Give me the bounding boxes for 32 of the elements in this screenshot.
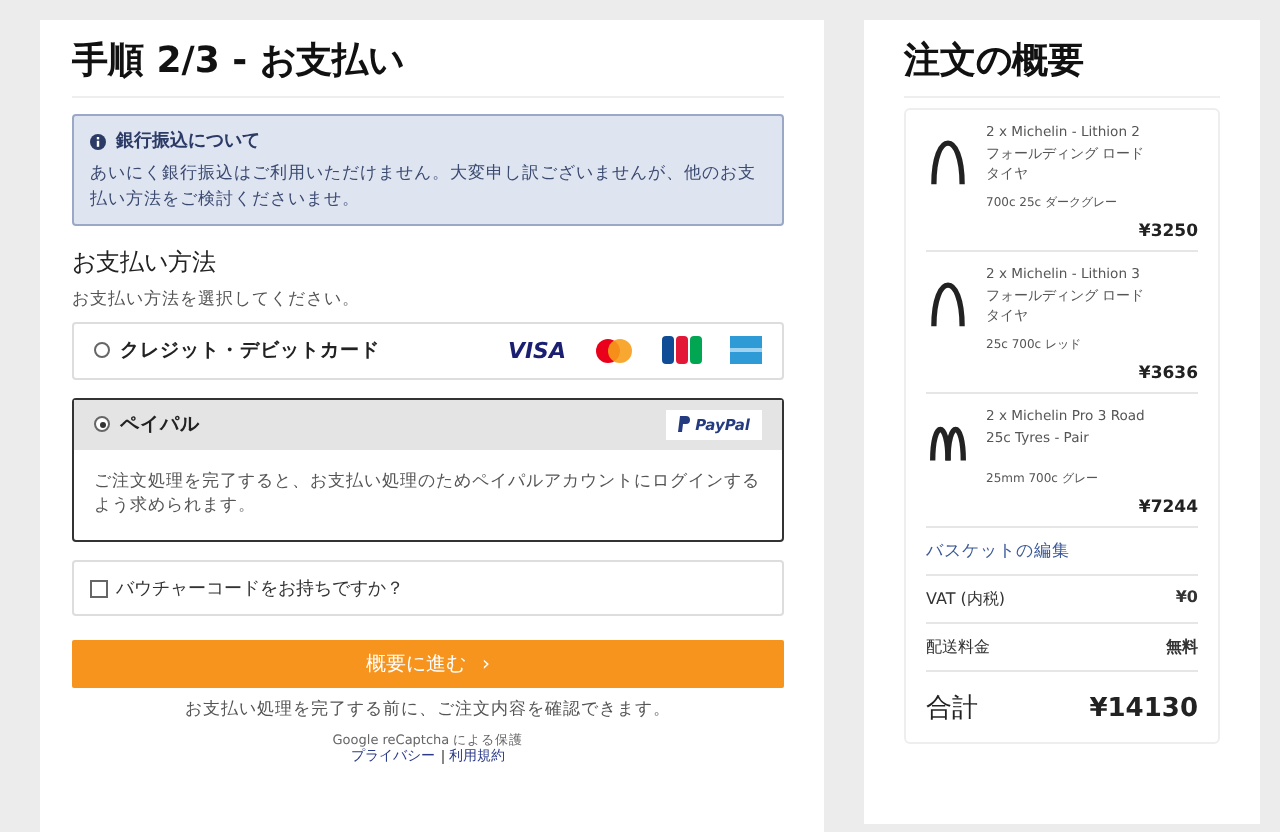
info-icon [90, 133, 106, 149]
striped-card-icon [662, 336, 702, 364]
notice-text: あいにく銀行振込はご利用いただけません。大変申し訳ございませんが、他のお支払い方法をご検討くださいませ。 [90, 162, 758, 213]
card-brand-logo: VISA [507, 337, 566, 363]
radio-icon[interactable] [94, 342, 110, 358]
product-price: ¥7244 [1138, 498, 1198, 518]
radio-icon[interactable] [94, 416, 110, 432]
summary-value: ¥0 [1175, 588, 1198, 610]
checkbox[interactable] [90, 579, 108, 597]
total-value: ¥14130 [1089, 693, 1198, 723]
voucher-toggle[interactable]: バウチャーコードをお持ちですか？ [72, 560, 784, 616]
summary-label: 配送料金 [926, 636, 990, 658]
summary-label: VAT (内税) [926, 588, 1005, 610]
card-icon [730, 336, 762, 364]
payment-description: ご注文処理を完了すると、お支払い処理のためペイパルアカウントにログインするよう求められます。 [92, 469, 762, 521]
review-note: お支払い処理を完了する前に、ご注文内容を確認できます。 [183, 698, 673, 722]
section-heading: お支払い方法 [72, 245, 218, 279]
payment-option[interactable]: クレジット・デビットカード VISA [72, 321, 784, 379]
p-icon [677, 416, 690, 432]
overlapping-circles-icon [594, 337, 634, 363]
summary-value: 無料 [1166, 636, 1198, 658]
summary-title: 注文の概要 [904, 28, 1220, 98]
product-price: ¥3250 [1138, 222, 1198, 242]
payment-label: ペイパル [120, 411, 202, 437]
payment-label: クレジット・デビットカード [120, 337, 382, 363]
total-label: 合計 [926, 692, 978, 726]
page-title: 手順 2/3 - お支払い [72, 28, 784, 98]
voucher-label: バウチャーコードをお持ちですか？ [116, 577, 404, 601]
section-hint: お支払い方法を選択してください。 [72, 287, 362, 311]
notice-title: 銀行振込について [116, 128, 260, 154]
product-price: ¥3636 [1138, 364, 1198, 384]
edit-basket-link[interactable]: バスケットの編集 [926, 528, 1198, 576]
